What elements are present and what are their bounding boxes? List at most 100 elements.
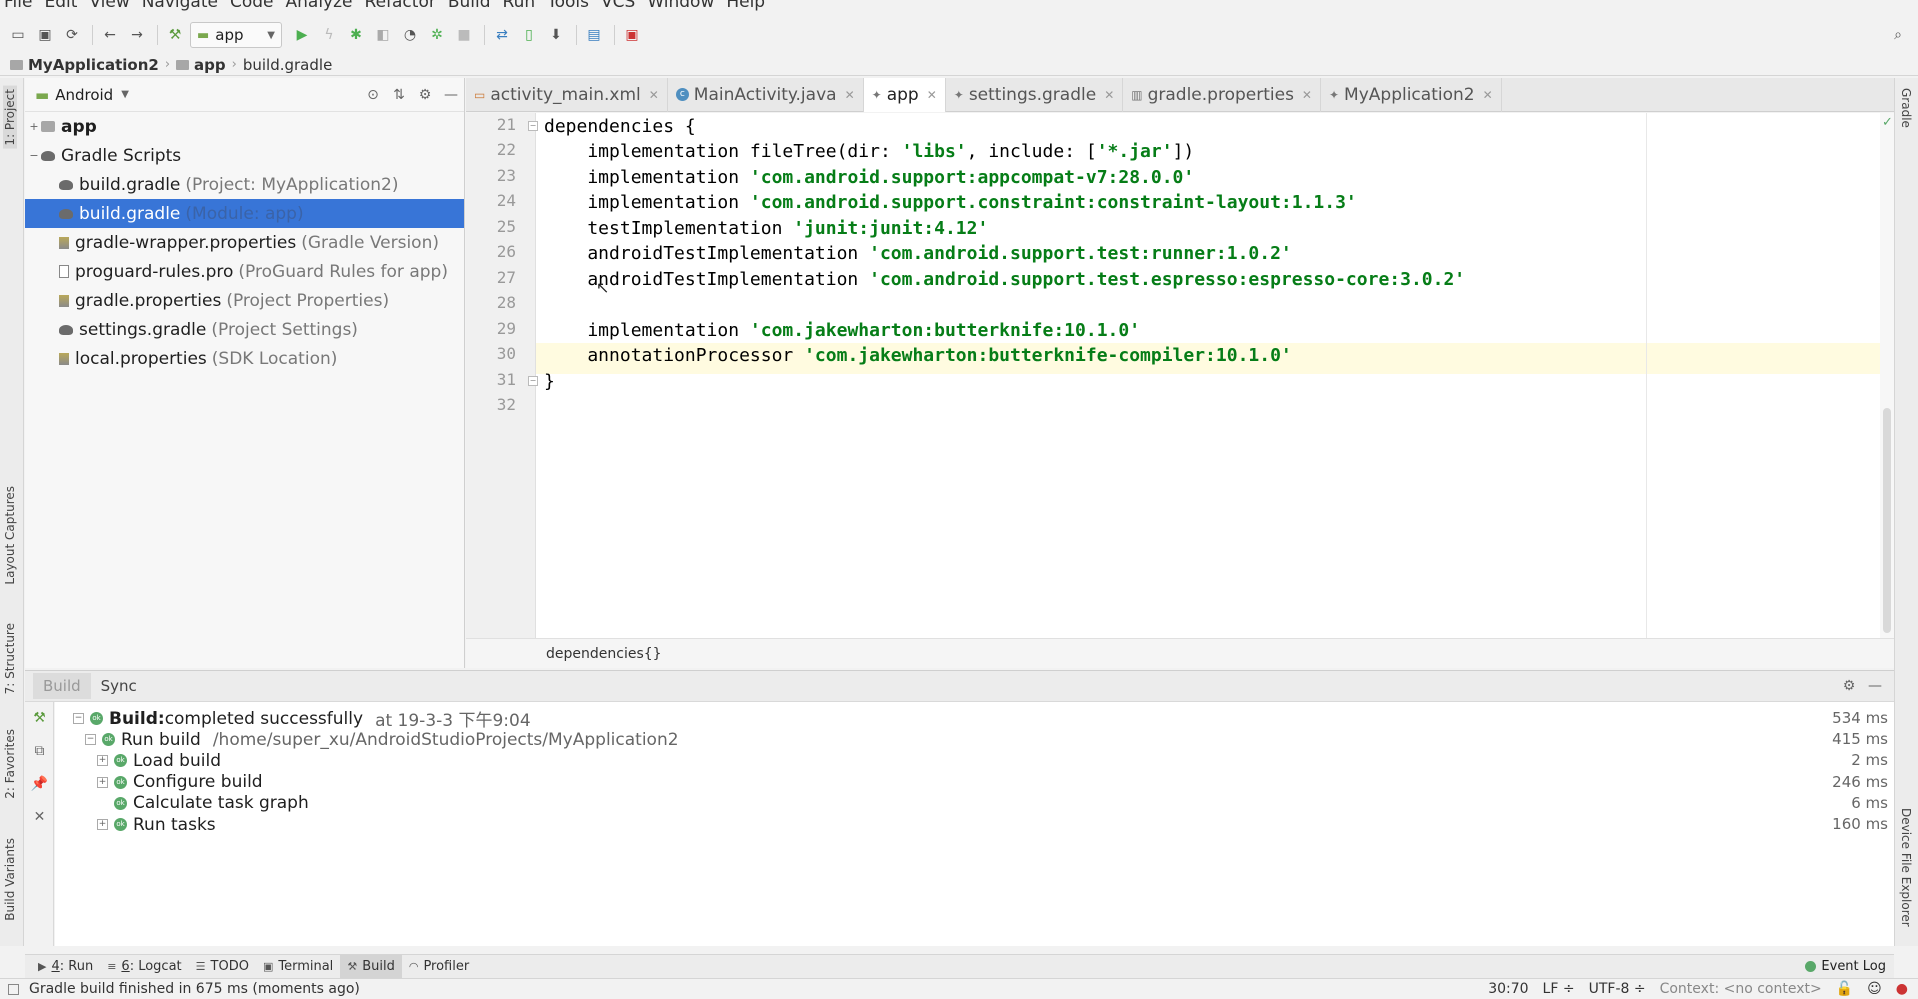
toggle-view-icon[interactable]: ⧉ bbox=[25, 735, 54, 768]
favorites-tool-button[interactable]: 2: Favorites bbox=[3, 729, 17, 799]
minimize-icon[interactable]: — bbox=[438, 87, 464, 103]
run-icon[interactable]: ▶ bbox=[290, 23, 314, 47]
menu-item-window[interactable]: Window bbox=[647, 0, 714, 12]
tree-item[interactable]: build.gradle (Project: MyApplication2) bbox=[25, 170, 464, 199]
collapse-all-icon[interactable]: ⇅ bbox=[386, 87, 412, 103]
coverage-icon[interactable]: ◧ bbox=[371, 23, 395, 47]
tool-window-logcat[interactable]: ≡ 6: Logcat bbox=[100, 955, 188, 979]
inspector-icon[interactable]: ☺ bbox=[1867, 981, 1882, 997]
close-icon[interactable]: ✕ bbox=[649, 88, 659, 102]
tree-item[interactable]: gradle.properties (Project Properties) bbox=[25, 286, 464, 315]
profile-icon[interactable]: ◔ bbox=[398, 23, 422, 47]
build-tree-row[interactable]: − ok Build: completed successfully at 19-3-… bbox=[73, 708, 531, 731]
device-file-explorer-tool-button[interactable]: Device File Explorer bbox=[1899, 808, 1913, 927]
minimize-icon[interactable]: — bbox=[1862, 678, 1888, 694]
tool-window-build[interactable]: ⚒ Build bbox=[340, 954, 402, 979]
close-icon[interactable]: ✕ bbox=[1104, 88, 1114, 102]
status-toggle-icon[interactable] bbox=[8, 983, 19, 995]
tab-settings-gradle[interactable]: ✦ settings.gradle ✕ bbox=[946, 77, 1124, 112]
code-editor[interactable]: 21 22 23 24 25 26 27 28 29 30 31 32 − − dependencies … bbox=[466, 113, 1894, 638]
close-icon[interactable]: ✕ bbox=[1483, 88, 1493, 102]
caret-position[interactable]: 30:70 bbox=[1488, 981, 1528, 997]
tab-sync[interactable]: Sync bbox=[91, 673, 147, 699]
gear-icon[interactable]: ⚙ bbox=[1836, 678, 1862, 694]
tree-item[interactable]: gradle-wrapper.properties (Gradle Version… bbox=[25, 228, 464, 257]
tool-window-terminal[interactable]: ▣ Terminal bbox=[256, 955, 340, 979]
sdk-manager-icon[interactable]: ⬇ bbox=[544, 23, 568, 47]
gradle-sync-icon[interactable]: ⇄ bbox=[490, 23, 514, 47]
menu-item-tools[interactable]: Tools bbox=[547, 0, 589, 12]
back-icon[interactable]: ← bbox=[98, 23, 122, 47]
tree-item[interactable]: build.gradle (Module: app) bbox=[25, 199, 464, 228]
sync-icon[interactable]: ⟳ bbox=[60, 23, 84, 47]
close-icon[interactable]: ✕ bbox=[25, 801, 54, 834]
tab-gradle-properties[interactable]: ▥ gradle.properties ✕ bbox=[1123, 77, 1321, 112]
menu-item-code[interactable]: Code bbox=[230, 0, 274, 12]
fold-end-icon[interactable]: − bbox=[528, 375, 538, 386]
expand-icon[interactable]: + bbox=[97, 819, 108, 830]
gear-icon[interactable]: ⚙ bbox=[412, 87, 438, 103]
project-tool-button[interactable]: 1: Project bbox=[3, 86, 17, 149]
menu-item-help[interactable]: Help bbox=[726, 0, 765, 12]
locate-icon[interactable]: ⊙ bbox=[360, 87, 386, 103]
editor-scrollbar[interactable] bbox=[1880, 113, 1894, 638]
file-encoding[interactable]: UTF-8 ÷ bbox=[1589, 981, 1646, 997]
close-icon[interactable]: ✕ bbox=[1302, 88, 1312, 102]
menu-item-analyze[interactable]: Analyze bbox=[286, 0, 353, 12]
expand-icon[interactable]: + bbox=[97, 755, 108, 767]
search-everywhere-icon[interactable]: ⌕ bbox=[1886, 23, 1910, 47]
build-variants-tool-button[interactable]: Build Variants bbox=[3, 838, 17, 921]
breadcrumb-module[interactable]: app bbox=[194, 56, 226, 74]
close-icon[interactable]: ✕ bbox=[927, 88, 937, 102]
tree-item[interactable]: + app bbox=[25, 112, 464, 141]
tree-item[interactable]: local.properties (SDK Location) bbox=[25, 344, 464, 373]
forward-icon[interactable]: → bbox=[125, 23, 149, 47]
project-structure-icon[interactable]: ▤ bbox=[582, 23, 606, 47]
menu-item-build[interactable]: Build bbox=[448, 0, 491, 12]
project-view-select[interactable]: Android bbox=[55, 86, 113, 104]
tree-item[interactable]: settings.gradle (Project Settings) bbox=[25, 315, 464, 344]
tree-item[interactable]: proguard-rules.pro (ProGuard Rules for ap… bbox=[25, 257, 464, 286]
tool-window-profiler[interactable]: ◠ Profiler bbox=[402, 955, 476, 979]
gradle-tool-button[interactable]: Gradle bbox=[1899, 88, 1913, 128]
scrollbar-thumb[interactable] bbox=[1883, 408, 1891, 633]
apply-changes-icon[interactable]: ϟ bbox=[317, 23, 341, 47]
tab-build[interactable]: Build bbox=[33, 673, 91, 699]
expand-icon[interactable]: + bbox=[97, 776, 108, 788]
pin-icon[interactable]: 📌 bbox=[25, 768, 54, 801]
tool-window-run[interactable]: ▶ 4: Run bbox=[31, 955, 100, 979]
tool-window-todo[interactable]: ☰ TODO bbox=[189, 955, 256, 979]
lock-icon[interactable]: 🔓 bbox=[1836, 981, 1853, 997]
structure-tool-button[interactable]: 7: Structure bbox=[3, 623, 17, 694]
avd-manager-icon[interactable]: ▯ bbox=[517, 23, 541, 47]
menu-item-file[interactable]: File bbox=[4, 0, 32, 12]
line-separator[interactable]: LF ÷ bbox=[1543, 981, 1575, 997]
fold-collapse-icon[interactable]: − bbox=[528, 121, 538, 131]
attach-debugger-icon[interactable]: ✲ bbox=[425, 23, 449, 47]
save-all-icon[interactable]: ▣ bbox=[33, 23, 57, 47]
make-project-icon[interactable]: ⚒ bbox=[163, 23, 187, 47]
close-icon[interactable]: ✕ bbox=[845, 88, 855, 102]
code-breadcrumb-item[interactable]: dependencies{} bbox=[546, 646, 662, 662]
menu-item-view[interactable]: View bbox=[89, 0, 129, 12]
error-icon[interactable]: ● bbox=[1896, 981, 1908, 997]
tab-myapplication2[interactable]: ✦ MyApplication2 ✕ bbox=[1321, 77, 1502, 112]
open-icon[interactable]: ▭ bbox=[6, 23, 30, 47]
device-monitor-icon[interactable]: ▣ bbox=[620, 23, 644, 47]
tab-activity-main-xml[interactable]: ▭ activity_main.xml ✕ bbox=[466, 77, 668, 112]
build-tree-row[interactable]: + ok Load build bbox=[97, 750, 221, 771]
tree-item[interactable]: − Gradle Scripts bbox=[25, 141, 464, 170]
collapse-icon[interactable]: − bbox=[73, 713, 84, 724]
expand-icon[interactable]: + bbox=[27, 120, 41, 133]
debug-icon[interactable]: ✱ bbox=[344, 23, 368, 47]
tab-app[interactable]: ✦ app ✕ bbox=[863, 77, 946, 112]
run-configuration-select[interactable]: ▬ app ▼ bbox=[190, 22, 282, 48]
build-tree-row[interactable]: + ok Run tasks bbox=[97, 814, 216, 835]
menu-item-run[interactable]: Run bbox=[503, 0, 536, 12]
hammer-icon[interactable]: ⚒ bbox=[25, 702, 54, 735]
menu-item-refactor[interactable]: Refactor bbox=[365, 0, 436, 12]
breadcrumb-file[interactable]: build.gradle bbox=[243, 56, 332, 74]
menu-item-edit[interactable]: Edit bbox=[44, 0, 77, 12]
tab-mainactivity-java[interactable]: c MainActivity.java ✕ bbox=[668, 77, 864, 112]
event-log-button[interactable]: Event Log bbox=[1805, 959, 1886, 974]
